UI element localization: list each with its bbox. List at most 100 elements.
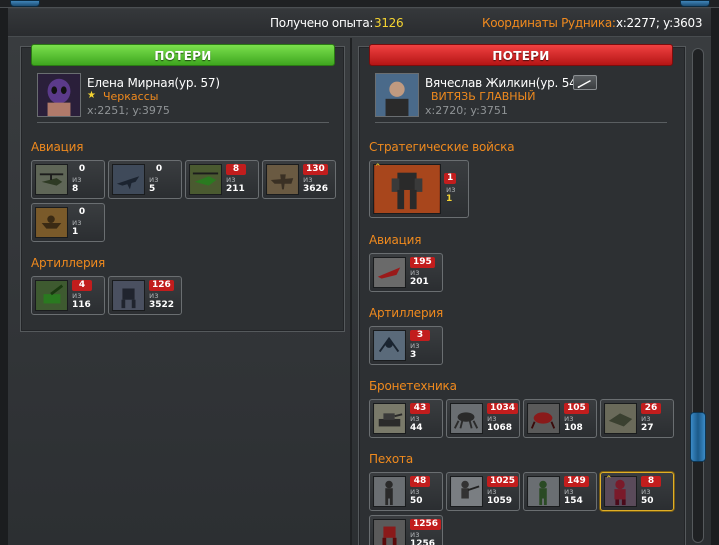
total-count: 201: [410, 277, 429, 287]
defender-clan[interactable]: ВИТЯЗЬ ГЛАВНЫЙ: [431, 90, 536, 103]
lost-count: 1034: [487, 403, 519, 414]
edit-button[interactable]: [573, 75, 597, 90]
of-label: из: [410, 341, 420, 350]
unit-card[interactable]: 8 из 211: [185, 160, 259, 199]
total-count: 3626: [303, 184, 329, 194]
total-count: 1059: [487, 496, 513, 506]
of-label: из: [641, 414, 651, 423]
total-count: 1068: [487, 423, 513, 433]
total-count: 154: [564, 496, 583, 506]
section-title-strategic: Стратегические войска: [369, 140, 515, 154]
avatar[interactable]: [375, 73, 419, 117]
pencil-icon: [577, 80, 591, 89]
of-label: из: [226, 175, 236, 184]
of-label: из: [487, 414, 497, 423]
lost-count: 26: [641, 403, 661, 414]
of-label: из: [72, 291, 82, 300]
unit-card[interactable]: 0 из 5: [108, 160, 182, 199]
unit-card[interactable]: 4 из 116: [31, 276, 105, 315]
scrollbar-thumb[interactable]: [690, 412, 706, 462]
section-title-artillery: Артиллерия: [369, 306, 443, 320]
of-label: из: [564, 487, 574, 496]
unit-bomber-icon: [266, 164, 299, 195]
attacker-name[interactable]: Елена Мирная(ур. 57): [87, 76, 220, 90]
section-title-armor: Бронетехника: [369, 379, 457, 393]
unit-card[interactable]: 126 из 3522: [108, 276, 182, 315]
battle-summary-header: Получено опыта: 3126 Координаты Рудника:…: [8, 9, 711, 37]
defender-losses-panel: ПОТЕРИ Вячеслав Жилкин(ур. 54) ВИТЯЗЬ ГЛ…: [358, 44, 686, 545]
scrollbar-track[interactable]: [692, 48, 704, 543]
column-divider: [350, 38, 352, 545]
of-label: из: [72, 175, 82, 184]
lost-count: 105: [564, 403, 589, 414]
attacker-losses-header: ПОТЕРИ: [31, 44, 335, 66]
unit-card[interactable]: 195 из 201: [369, 253, 443, 292]
avatar[interactable]: [37, 73, 81, 117]
total-count: 211: [226, 184, 245, 194]
unit-card[interactable]: 3 из 3: [369, 326, 443, 365]
unit-helicopter-icon: [35, 164, 68, 195]
unit-tank-icon: [373, 403, 406, 434]
unit-card[interactable]: 1034 из 1068: [446, 399, 520, 438]
defender-name[interactable]: Вячеслав Жилкин(ур. 54): [425, 76, 581, 90]
unit-card[interactable]: 43 из 44: [369, 399, 443, 438]
defender-player-info: Вячеслав Жилкин(ур. 54) ВИТЯЗЬ ГЛАВНЫЙ x…: [375, 73, 667, 123]
of-label: из: [149, 291, 159, 300]
unit-card[interactable]: 1256 из 1256: [369, 515, 443, 545]
lost-count: 0: [78, 164, 86, 174]
unit-card[interactable]: 48 из 50: [369, 472, 443, 511]
unit-card[interactable]: 149 из 154: [523, 472, 597, 511]
unit-drone-icon: [35, 207, 68, 238]
of-label: из: [410, 268, 420, 277]
lost-count: 4: [72, 280, 92, 291]
total-count: 3: [410, 350, 417, 360]
of-label: из: [641, 487, 651, 496]
total-count: 5: [149, 184, 156, 194]
of-label: из: [149, 175, 159, 184]
lost-count: 3: [410, 330, 430, 341]
total-count: 108: [564, 423, 583, 433]
unit-hover-tank-icon: [604, 403, 637, 434]
unit-rifleman-icon: [450, 476, 483, 507]
unit-artillery-icon: [35, 280, 68, 311]
total-count: 50: [641, 496, 654, 506]
lost-count: 8: [226, 164, 246, 175]
attacker-clan[interactable]: Черкассы: [103, 90, 158, 103]
unit-red-jet-icon: [373, 257, 406, 288]
of-label: из: [564, 414, 574, 423]
rank-chevron-icon: ⌃: [374, 163, 382, 173]
unit-card[interactable]: ⌃ 1 из 1: [369, 160, 469, 218]
unit-walker-icon: [373, 330, 406, 361]
unit-card[interactable]: 130 из 3626: [262, 160, 336, 199]
unit-soldier-icon: [373, 476, 406, 507]
rank-chevron-icon: ⌃: [605, 475, 613, 485]
of-label: из: [72, 218, 82, 227]
lost-count: 1256: [410, 519, 442, 530]
unit-card[interactable]: 0 из 1: [31, 203, 105, 242]
top-left-nav-button[interactable]: [10, 0, 40, 7]
experience-label: Получено опыта:: [270, 16, 374, 30]
star-icon: ★: [87, 90, 96, 101]
attacker-losses-panel: ПОТЕРИ Елена Мирная(ур. 57) ★ Черкассы x…: [20, 44, 345, 332]
avatar-alien-icon: [38, 74, 80, 116]
lost-count: 130: [303, 164, 328, 175]
total-count: 44: [410, 423, 423, 433]
lost-count: 1: [444, 173, 457, 184]
unit-jet-icon: [112, 164, 145, 195]
section-title-aviation: Авиация: [31, 140, 84, 154]
top-strip: [0, 0, 719, 8]
unit-red-mech-icon: [373, 519, 406, 545]
of-label: из: [446, 185, 456, 194]
top-right-nav-button[interactable]: [680, 0, 710, 7]
lost-count: 195: [410, 257, 435, 268]
unit-card[interactable]: 1025 из 1059: [446, 472, 520, 511]
of-label: из: [410, 487, 420, 496]
unit-trooper-icon: [527, 476, 560, 507]
attacker-player-info: Елена Мирная(ур. 57) ★ Черкассы x:2251; …: [37, 73, 329, 123]
unit-mech-icon: [112, 280, 145, 311]
section-title-infantry: Пехота: [369, 452, 413, 466]
unit-card[interactable]: ⌃ 8 из 50: [600, 472, 674, 511]
unit-card[interactable]: 105 из 108: [523, 399, 597, 438]
unit-card[interactable]: 26 из 27: [600, 399, 674, 438]
unit-card[interactable]: 0 из 8: [31, 160, 105, 199]
